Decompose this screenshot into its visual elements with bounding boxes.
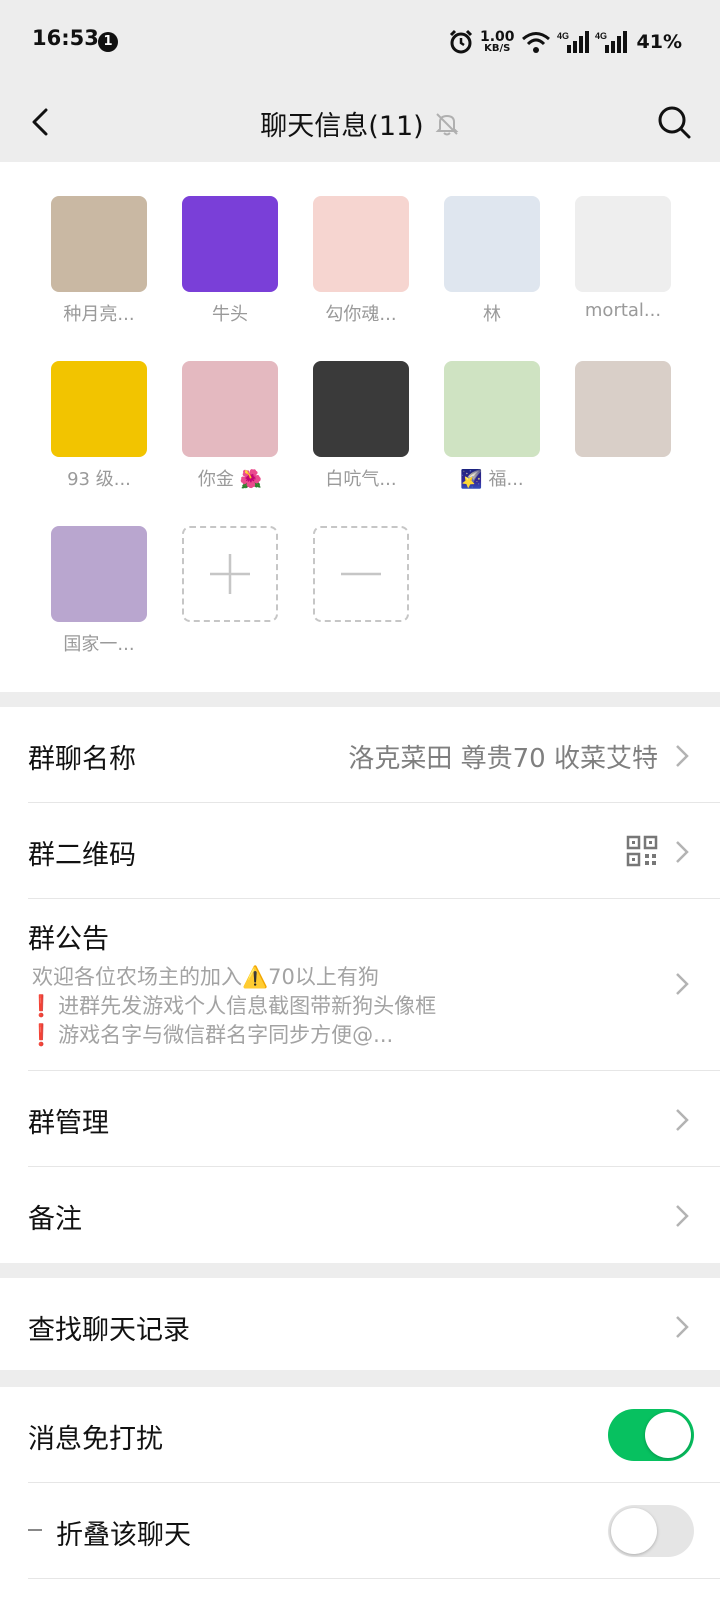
member-item[interactable] <box>568 361 678 465</box>
chevron-right-icon <box>676 1205 689 1227</box>
group-notice-text: 欢迎各位农场主的加入⚠️70以上有狗 ❗ 进群先发游戏个人信息截图带新狗头像框 ❗… <box>28 963 436 1050</box>
mute-label: 消息免打扰 <box>28 1424 163 1455</box>
minus-icon <box>313 526 409 622</box>
alarm-icon <box>449 29 473 54</box>
notice-line: 欢迎各位农场主的加入⚠️70以上有狗 <box>32 965 379 989</box>
battery-level: 41% <box>636 31 682 53</box>
group-manage-label: 群管理 <box>28 1108 109 1139</box>
mute-toggle[interactable] <box>608 1409 694 1461</box>
notice-line: ❗ 游戏名字与微信群名字同步方便@... <box>28 1023 394 1047</box>
remark-label: 备注 <box>28 1204 82 1235</box>
member-name: mortal... <box>584 300 662 321</box>
member-name: 国家一... <box>63 634 135 655</box>
qr-code-icon <box>626 835 658 867</box>
mute-row: 消息免打扰 <box>28 1387 720 1483</box>
member-name: 林 <box>483 304 501 325</box>
member-item[interactable]: 国家一... <box>44 526 154 656</box>
status-icons: 1.00 KB/S 4G 4G 41% <box>448 26 682 58</box>
avatar <box>444 361 540 457</box>
group-qr-label: 群二维码 <box>28 840 136 871</box>
avatar <box>51 196 147 292</box>
chevron-right-icon <box>676 745 689 767</box>
history-section: 查找聊天记录 <box>0 1278 720 1370</box>
member-item[interactable]: 牛头 <box>175 196 285 326</box>
wifi-icon <box>521 32 550 53</box>
avatar <box>313 196 409 292</box>
member-item[interactable]: 白吭气... <box>306 361 416 491</box>
settings-section: 消息免打扰 折叠该聊天 <box>0 1387 720 1609</box>
avatar <box>182 361 278 457</box>
fold-row: 折叠该聊天 <box>28 1483 720 1579</box>
avatar <box>51 361 147 457</box>
member-item[interactable]: 🌠 福... <box>437 361 547 491</box>
search-history-row[interactable]: 查找聊天记录 <box>28 1278 720 1370</box>
avatar <box>313 361 409 457</box>
member-name: 白吭气... <box>325 469 397 490</box>
avatar <box>444 196 540 292</box>
nav-bar: 聊天信息(11) <box>0 84 720 162</box>
toggle-knob <box>611 1508 657 1554</box>
group-qr-row[interactable]: 群二维码 <box>28 803 720 899</box>
member-item[interactable]: 你金 🌺 <box>175 361 285 491</box>
nav-title-group: 聊天信息(11) <box>0 104 720 143</box>
status-time: 16:53 <box>32 26 99 50</box>
search-history-label: 查找聊天记录 <box>28 1315 190 1346</box>
group-notice-row[interactable]: 群公告 欢迎各位农场主的加入⚠️70以上有狗 ❗ 进群先发游戏个人信息截图带新狗头… <box>28 899 720 1071</box>
remark-row[interactable]: 备注 <box>28 1167 720 1263</box>
svg-text:4G: 4G <box>557 31 569 41</box>
chevron-right-icon <box>676 1316 689 1338</box>
member-item[interactable]: mortal... <box>568 196 678 321</box>
dash-icon <box>28 1529 42 1531</box>
toggle-knob <box>645 1412 691 1458</box>
group-info-section: 群聊名称 洛克菜田 尊贵70 收菜艾特 群二维码 群公告 欢迎各位农场主的加入⚠… <box>0 707 720 1263</box>
avatar <box>575 196 671 292</box>
member-name: 93 级... <box>67 469 131 490</box>
avatar <box>575 361 671 457</box>
member-item[interactable]: 勾你魂... <box>306 196 416 326</box>
status-bar: 16:53 1 1.00 KB/S 4G 4G 41% <box>0 0 720 84</box>
group-manage-row[interactable]: 群管理 <box>28 1071 720 1167</box>
remove-member-button[interactable] <box>306 526 416 622</box>
group-name-row[interactable]: 群聊名称 洛克菜田 尊贵70 收菜艾特 <box>28 707 720 803</box>
chevron-right-icon <box>676 973 689 995</box>
members-panel: 种月亮... 牛头 勾你魂... 林 mortal... 93 级... 你金 🌺 白吭气..… <box>0 162 720 692</box>
bell-mute-icon <box>435 112 459 135</box>
avatar <box>51 526 147 622</box>
member-name: 勾你魂... <box>325 304 397 325</box>
search-icon[interactable] <box>654 102 694 142</box>
group-name-value: 洛克菜田 尊贵70 收菜艾特 <box>348 744 658 774</box>
notice-line: ❗ 进群先发游戏个人信息截图带新狗头像框 <box>28 994 437 1018</box>
page-title: 聊天信息(11) <box>260 111 424 142</box>
chevron-right-icon <box>676 841 689 863</box>
member-name: 🌠 福... <box>460 469 524 490</box>
group-notice-label: 群公告 <box>28 924 109 955</box>
group-name-label: 群聊名称 <box>28 744 136 775</box>
signal-4g-icon: 4G <box>557 31 589 53</box>
net-speed: 1.00 KB/S <box>479 29 515 54</box>
member-name: 你金 🌺 <box>197 469 263 490</box>
fold-label: 折叠该聊天 <box>56 1520 191 1551</box>
chevron-right-icon <box>676 1109 689 1131</box>
member-name: 种月亮... <box>63 304 135 325</box>
svg-text:4G: 4G <box>595 31 607 41</box>
signal-4g-icon-2: 4G <box>595 31 627 53</box>
fold-toggle[interactable] <box>608 1505 694 1557</box>
notification-badge: 1 <box>98 32 118 52</box>
member-name: 牛头 <box>212 304 248 325</box>
plus-icon <box>182 526 278 622</box>
add-member-button[interactable] <box>175 526 285 622</box>
avatar <box>182 196 278 292</box>
member-item[interactable]: 种月亮... <box>44 196 154 326</box>
member-item[interactable]: 93 级... <box>44 361 154 491</box>
member-item[interactable]: 林 <box>437 196 547 326</box>
